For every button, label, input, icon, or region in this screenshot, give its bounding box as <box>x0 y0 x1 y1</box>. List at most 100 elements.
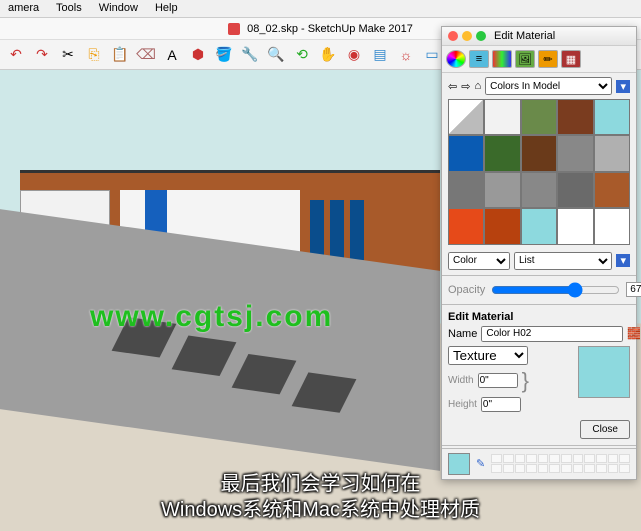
recent-colors-grid[interactable] <box>491 454 630 473</box>
recent-slot[interactable] <box>538 464 549 473</box>
nav-fwd-icon[interactable]: ⇨ <box>461 80 470 93</box>
cut-icon[interactable]: ✂ <box>58 45 78 65</box>
recent-slot[interactable] <box>538 454 549 463</box>
paste-icon[interactable]: 📋 <box>110 45 130 65</box>
swatch-13[interactable] <box>557 172 593 208</box>
swatch-5[interactable] <box>448 135 484 171</box>
swatch-2[interactable] <box>521 99 557 135</box>
recent-slot[interactable] <box>608 464 619 473</box>
close-window-icon[interactable] <box>448 31 458 41</box>
swatch-10[interactable] <box>448 172 484 208</box>
wrench-icon[interactable]: 🔧 <box>240 45 260 65</box>
height-input[interactable] <box>481 397 521 412</box>
zoom-icon[interactable]: 🔍 <box>266 45 286 65</box>
recent-slot[interactable] <box>573 454 584 463</box>
material-name-input[interactable] <box>481 326 623 342</box>
tab-image-icon[interactable]: 🖼 <box>515 50 535 68</box>
layers-icon[interactable]: ▤ <box>370 45 390 65</box>
erase-icon[interactable]: ⌫ <box>136 45 156 65</box>
view-mode-select[interactable]: List <box>514 252 612 270</box>
swatch-8[interactable] <box>557 135 593 171</box>
swatch-16[interactable] <box>484 208 520 244</box>
close-button[interactable]: Close <box>580 420 630 439</box>
recent-slot[interactable] <box>561 454 572 463</box>
swatch-11[interactable] <box>484 172 520 208</box>
recent-slot[interactable] <box>549 464 560 473</box>
recent-slot[interactable] <box>491 454 502 463</box>
swatch-6[interactable] <box>484 135 520 171</box>
swatch-18[interactable] <box>557 208 593 244</box>
nav-menu-icon[interactable]: ▾ <box>616 80 630 93</box>
edit-material-header: Edit Material <box>448 311 630 323</box>
style-icon[interactable]: ◉ <box>344 45 364 65</box>
recent-slot[interactable] <box>526 454 537 463</box>
swatch-3[interactable] <box>557 99 593 135</box>
recent-slot[interactable] <box>515 454 526 463</box>
link-dims-icon[interactable]: } <box>522 368 529 394</box>
color-mode-select[interactable]: Color <box>448 252 510 270</box>
menu-help[interactable]: Help <box>155 2 178 14</box>
tab-brick-icon[interactable]: ▦ <box>561 50 581 68</box>
recent-slot[interactable] <box>561 464 572 473</box>
traffic-lights[interactable] <box>448 31 486 41</box>
nav-back-icon[interactable]: ⇦ <box>448 80 457 93</box>
swatch-7[interactable] <box>521 135 557 171</box>
recent-slot[interactable] <box>503 464 514 473</box>
eyedropper-icon[interactable]: ✎ <box>476 457 485 470</box>
tab-wheel-icon[interactable] <box>446 50 466 68</box>
collection-select[interactable]: Colors In Model <box>485 77 612 95</box>
recent-slot[interactable] <box>584 454 595 463</box>
select-icon[interactable]: A <box>162 45 182 65</box>
recent-slot[interactable] <box>596 454 607 463</box>
swatch-4[interactable] <box>594 99 630 135</box>
swatch-14[interactable] <box>594 172 630 208</box>
menu-camera[interactable]: amera <box>8 2 39 14</box>
recent-slot[interactable] <box>549 454 560 463</box>
recent-slot[interactable] <box>619 454 630 463</box>
texture-select[interactable]: Texture <box>448 346 528 365</box>
copy-icon[interactable]: ⎘ <box>84 45 104 65</box>
paint-icon[interactable]: 🪣 <box>214 45 234 65</box>
recent-slot[interactable] <box>596 464 607 473</box>
height-label: Height <box>448 399 477 410</box>
nav-home-icon[interactable]: ⌂ <box>474 80 481 92</box>
tab-crayons-icon[interactable]: ✏ <box>538 50 558 68</box>
minimize-window-icon[interactable] <box>462 31 472 41</box>
swatch-15[interactable] <box>448 208 484 244</box>
tab-sliders-icon[interactable]: ≡ <box>469 50 489 68</box>
view-options-icon[interactable]: ▾ <box>616 254 630 267</box>
recent-slot[interactable] <box>515 464 526 473</box>
window-title: 08_02.skp - SketchUp Make 2017 <box>247 23 413 35</box>
swatch-0[interactable] <box>448 99 484 135</box>
shadows-icon[interactable]: ☼ <box>396 45 416 65</box>
zoom-window-icon[interactable] <box>476 31 486 41</box>
menu-bar: amera Tools Window Help <box>0 0 641 18</box>
tab-palette-icon[interactable] <box>492 50 512 68</box>
width-input[interactable] <box>478 373 518 388</box>
recent-slot[interactable] <box>503 454 514 463</box>
pan-icon[interactable]: ✋ <box>318 45 338 65</box>
swatch-17[interactable] <box>521 208 557 244</box>
menu-window[interactable]: Window <box>99 2 138 14</box>
swatch-19[interactable] <box>594 208 630 244</box>
recent-slot[interactable] <box>584 464 595 473</box>
swatch-9[interactable] <box>594 135 630 171</box>
scenes-icon[interactable]: ▭ <box>422 45 442 65</box>
material-picker-icon[interactable]: 🧱 <box>627 327 641 340</box>
panel-titlebar[interactable]: Edit Material <box>442 27 636 46</box>
swatch-12[interactable] <box>521 172 557 208</box>
opacity-value[interactable]: 67% <box>626 282 641 297</box>
recent-slot[interactable] <box>619 464 630 473</box>
current-material-swatch[interactable] <box>448 453 470 475</box>
recent-slot[interactable] <box>608 454 619 463</box>
component-icon[interactable]: ⬢ <box>188 45 208 65</box>
menu-tools[interactable]: Tools <box>56 2 82 14</box>
recent-slot[interactable] <box>573 464 584 473</box>
swatch-1[interactable] <box>484 99 520 135</box>
recent-slot[interactable] <box>491 464 502 473</box>
recent-slot[interactable] <box>526 464 537 473</box>
orbit-icon[interactable]: ⟲ <box>292 45 312 65</box>
redo-icon[interactable]: ↷ <box>32 45 52 65</box>
opacity-slider[interactable] <box>491 282 620 298</box>
undo-icon[interactable]: ↶ <box>6 45 26 65</box>
